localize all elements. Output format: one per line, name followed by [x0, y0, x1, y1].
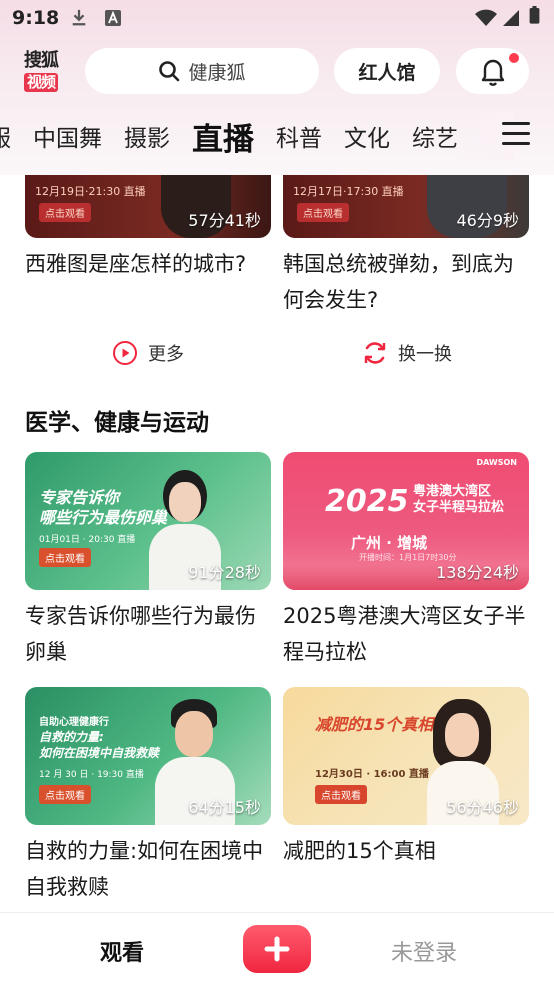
- video-card[interactable]: 减肥的15个真相 12月30日 · 16:00 直播 点击观看 56分46秒 减…: [283, 687, 529, 869]
- thumb-headline: 减肥的15个真相: [315, 715, 434, 734]
- feed: 12月19日·21:30 直播 点击观看 57分41秒 西雅图是座怎样的城市? …: [0, 175, 554, 912]
- video-duration: 57分41秒: [188, 211, 261, 230]
- tab-item[interactable]: 摄影: [124, 119, 170, 153]
- video-thumbnail: 减肥的15个真相 12月30日 · 16:00 直播 点击观看 56分46秒: [283, 687, 529, 825]
- video-duration: 91分28秒: [188, 563, 261, 582]
- video-card[interactable]: 专家告诉你 哪些行为最伤卵巢 01月01日 · 20:30 直播 点击观看 91…: [25, 452, 271, 670]
- download-icon: [72, 9, 86, 26]
- more-button[interactable]: 更多: [112, 340, 184, 366]
- video-duration: 138分24秒: [436, 563, 519, 582]
- hongren-guan-button[interactable]: 红人馆: [334, 48, 440, 94]
- category-tabs: 服 中国舞 摄影 直播 科普 文化 综艺: [0, 110, 480, 162]
- thumb-watch-label: 点击观看: [39, 785, 91, 804]
- thumb-watch-label: 点击观看: [39, 203, 91, 222]
- thumb-watch-label: 点击观看: [315, 785, 367, 804]
- status-time: 9:18: [12, 7, 60, 29]
- video-thumbnail: 12月17日·17:30 直播 点击观看 46分9秒: [283, 175, 529, 238]
- tab-item[interactable]: 综艺: [412, 119, 458, 153]
- status-bar: 9:18: [0, 0, 554, 38]
- refresh-icon: [364, 342, 386, 364]
- refresh-label: 换一换: [398, 344, 452, 365]
- battery-icon: [529, 6, 540, 24]
- thumb-date: 12月30日 · 16:00 直播: [315, 769, 429, 780]
- bell-icon: [481, 59, 504, 86]
- tab-item[interactable]: 科普: [276, 119, 322, 153]
- video-thumbnail: 专家告诉你 哪些行为最伤卵巢 01月01日 · 20:30 直播 点击观看 91…: [25, 452, 271, 590]
- notification-dot: [509, 53, 519, 63]
- video-duration: 46分9秒: [456, 211, 519, 230]
- video-title: 自救的力量:如何在困境中自我救赎: [25, 839, 264, 899]
- play-circle-icon: [113, 341, 137, 365]
- thumb-watch-label: 点击观看: [39, 548, 91, 567]
- notification-button[interactable]: [456, 48, 529, 94]
- video-title: 西雅图是座怎样的城市?: [25, 252, 247, 276]
- thumb-date: 01月01日 · 20:30 直播: [39, 535, 136, 545]
- thumb-date: 12 月 30 日 · 19:30 直播: [39, 770, 144, 780]
- menu-icon[interactable]: [502, 122, 530, 148]
- thumb-watch-label: 点击观看: [297, 203, 349, 222]
- video-thumbnail: 自助心理健康行 自救的力量: 如何在困境中自我救赎 12 月 30 日 · 19…: [25, 687, 271, 825]
- video-title: 减肥的15个真相: [283, 839, 436, 863]
- video-title: 专家告诉你哪些行为最伤卵巢: [25, 604, 256, 664]
- section-title: 医学、健康与运动: [25, 410, 209, 436]
- tab-item[interactable]: 中国舞: [33, 119, 102, 153]
- thumb-logo: DAWSON: [476, 458, 517, 467]
- thumb-city: 广州 · 增城: [351, 534, 428, 552]
- video-card[interactable]: 12月17日·17:30 直播 点击观看 46分9秒 韩国总统被弹劾，到底为何会…: [283, 175, 529, 318]
- video-duration: 56分46秒: [446, 798, 519, 817]
- thumb-banner-text: 12月17日·17:30 直播: [293, 185, 404, 198]
- video-thumbnail: DAWSON 2025 粤港澳大湾区 女子半程马拉松 广州 · 增城 开播时间：…: [283, 452, 529, 590]
- video-thumbnail: 12月19日·21:30 直播 点击观看 57分41秒: [25, 175, 271, 238]
- nav-login[interactable]: 未登录: [391, 935, 457, 967]
- top-gradient: 9:18 搜狐 视频 健康狐 红人馆 服 中国舞 摄影 直播 科普: [0, 0, 554, 175]
- tab-item[interactable]: 文化: [344, 119, 390, 153]
- tab-item-active[interactable]: 直播: [192, 114, 254, 159]
- search-bar[interactable]: 健康狐: [85, 48, 319, 94]
- bottom-nav: 观看 未登录: [0, 912, 554, 984]
- thumb-headline: 粤港澳大湾区 女子半程马拉松: [413, 484, 505, 515]
- nav-watch[interactable]: 观看: [100, 935, 144, 967]
- thumb-headline: 自救的力量: 如何在困境中自我救赎: [39, 730, 160, 760]
- thumb-banner-text: 12月19日·21:30 直播: [35, 185, 146, 198]
- video-card[interactable]: 自助心理健康行 自救的力量: 如何在困境中自我救赎 12 月 30 日 · 19…: [25, 687, 271, 905]
- wifi-icon: [475, 9, 497, 26]
- video-card[interactable]: DAWSON 2025 粤港澳大湾区 女子半程马拉松 广州 · 增城 开播时间：…: [283, 452, 529, 670]
- thumb-year: 2025: [325, 484, 409, 519]
- more-label: 更多: [148, 344, 184, 365]
- sohu-video-logo[interactable]: 搜狐 视频: [24, 50, 68, 94]
- plus-icon: [264, 936, 290, 962]
- tab-item[interactable]: 服: [0, 119, 11, 153]
- signal-icon: [503, 10, 519, 26]
- thumb-small-text: 自助心理健康行: [39, 717, 109, 728]
- video-card[interactable]: 12月19日·21:30 直播 点击观看 57分41秒 西雅图是座怎样的城市?: [25, 175, 271, 282]
- search-icon: [159, 61, 180, 82]
- refresh-button[interactable]: 换一换: [362, 340, 452, 366]
- logo-text-video: 视频: [24, 73, 59, 92]
- upload-button[interactable]: [243, 925, 311, 973]
- text-a-icon: [105, 10, 121, 26]
- logo-text-sohu: 搜狐: [24, 50, 59, 71]
- video-duration: 64分15秒: [188, 798, 261, 817]
- video-title: 韩国总统被弹劾，到底为何会发生?: [283, 252, 514, 312]
- video-title: 2025粤港澳大湾区女子半程马拉松: [283, 604, 526, 664]
- search-placeholder: 健康狐: [188, 61, 246, 84]
